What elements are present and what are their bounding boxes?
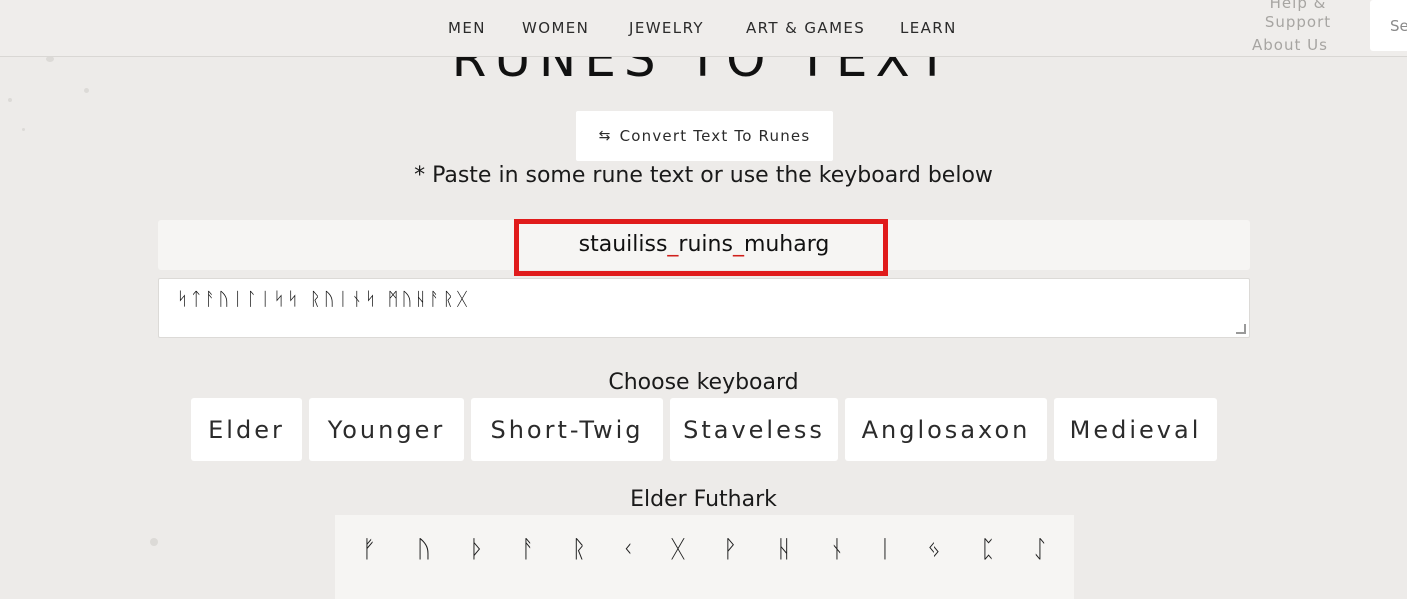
rune-key[interactable]: ᚷ xyxy=(663,535,693,563)
output-separator: _ xyxy=(732,232,744,257)
rune-key[interactable]: ᚠ xyxy=(354,535,384,563)
output-word: stauiliss xyxy=(578,232,668,257)
rune-key[interactable]: ᛈ xyxy=(973,535,1003,563)
rune-key[interactable]: ᚲ xyxy=(613,535,643,563)
translation-output: stauiliss_ruins_muharg xyxy=(158,220,1250,270)
nav-learn[interactable]: LEARN xyxy=(900,19,957,37)
rune-key[interactable]: ᛁ xyxy=(870,535,900,563)
keyboard-younger-button[interactable]: Younger xyxy=(309,398,464,461)
instruction-text: * Paste in some rune text or use the key… xyxy=(414,163,993,188)
keyboard-short-twig-button[interactable]: Short-Twig xyxy=(471,398,663,461)
nav-men[interactable]: MEN xyxy=(448,19,486,37)
rune-key[interactable]: ᚱ xyxy=(564,535,594,563)
keyboard-title: Elder Futhark xyxy=(630,487,777,512)
rune-key[interactable]: ᚹ xyxy=(715,535,745,563)
rune-keyboard-panel: ᚠ ᚢ ᚦ ᚨ ᚱ ᚲ ᚷ ᚹ ᚺ ᚾ ᛁ ᛃ ᛈ ᛇ xyxy=(335,515,1074,599)
rune-key[interactable]: ᚦ xyxy=(462,535,492,563)
search-placeholder: Se xyxy=(1390,17,1407,35)
rune-key[interactable]: ᚺ xyxy=(769,535,799,563)
nav-art-games[interactable]: ART & GAMES xyxy=(746,19,865,37)
output-word: muharg xyxy=(743,232,830,257)
translation-output-text: stauiliss_ruins_muharg xyxy=(158,232,1250,257)
rune-input-value: ᛋᛏᚨᚢᛁᛚᛁᛋᛋ ᚱᚢᛁᚾᛋ ᛗᚢᚺᚨᚱᚷ xyxy=(177,289,471,310)
background-speck xyxy=(84,88,89,93)
output-word: ruins xyxy=(678,232,733,257)
help-support-link[interactable]: Help & Support xyxy=(1262,0,1334,32)
rune-key[interactable]: ᛇ xyxy=(1025,535,1055,563)
keyboard-elder-button[interactable]: Elder xyxy=(191,398,302,461)
output-separator: _ xyxy=(667,232,679,257)
rune-input-textarea[interactable]: ᛋᛏᚨᚢᛁᛚᛁᛋᛋ ᚱᚢᛁᚾᛋ ᛗᚢᚺᚨᚱᚷ xyxy=(158,278,1250,338)
top-navbar: MEN WOMEN JEWELRY ART & GAMES LEARN Help… xyxy=(0,0,1407,57)
background-speck xyxy=(8,98,12,102)
choose-keyboard-label: Choose keyboard xyxy=(608,370,799,395)
background-speck xyxy=(150,538,158,546)
rune-key[interactable]: ᚾ xyxy=(822,535,852,563)
swap-arrows-icon: ⇆ xyxy=(598,128,612,144)
page: RUNES TO TEXT MEN WOMEN JEWELRY ART & GA… xyxy=(0,0,1407,599)
keyboard-anglosaxon-button[interactable]: Anglosaxon xyxy=(845,398,1047,461)
resize-handle-icon[interactable] xyxy=(1236,324,1246,334)
convert-button-label: Convert Text To Runes xyxy=(619,127,811,145)
about-us-link[interactable]: About Us xyxy=(1252,36,1328,54)
rune-key[interactable]: ᚢ xyxy=(409,535,439,563)
background-speck xyxy=(22,128,25,131)
search-input[interactable]: Se xyxy=(1370,0,1407,51)
nav-women[interactable]: WOMEN xyxy=(522,19,589,37)
keyboard-staveless-button[interactable]: Staveless xyxy=(670,398,838,461)
rune-key[interactable]: ᚨ xyxy=(513,535,543,563)
convert-text-to-runes-button[interactable]: ⇆ Convert Text To Runes xyxy=(576,111,833,161)
rune-key[interactable]: ᛃ xyxy=(919,535,949,563)
nav-jewelry[interactable]: JEWELRY xyxy=(629,19,704,37)
keyboard-medieval-button[interactable]: Medieval xyxy=(1054,398,1217,461)
